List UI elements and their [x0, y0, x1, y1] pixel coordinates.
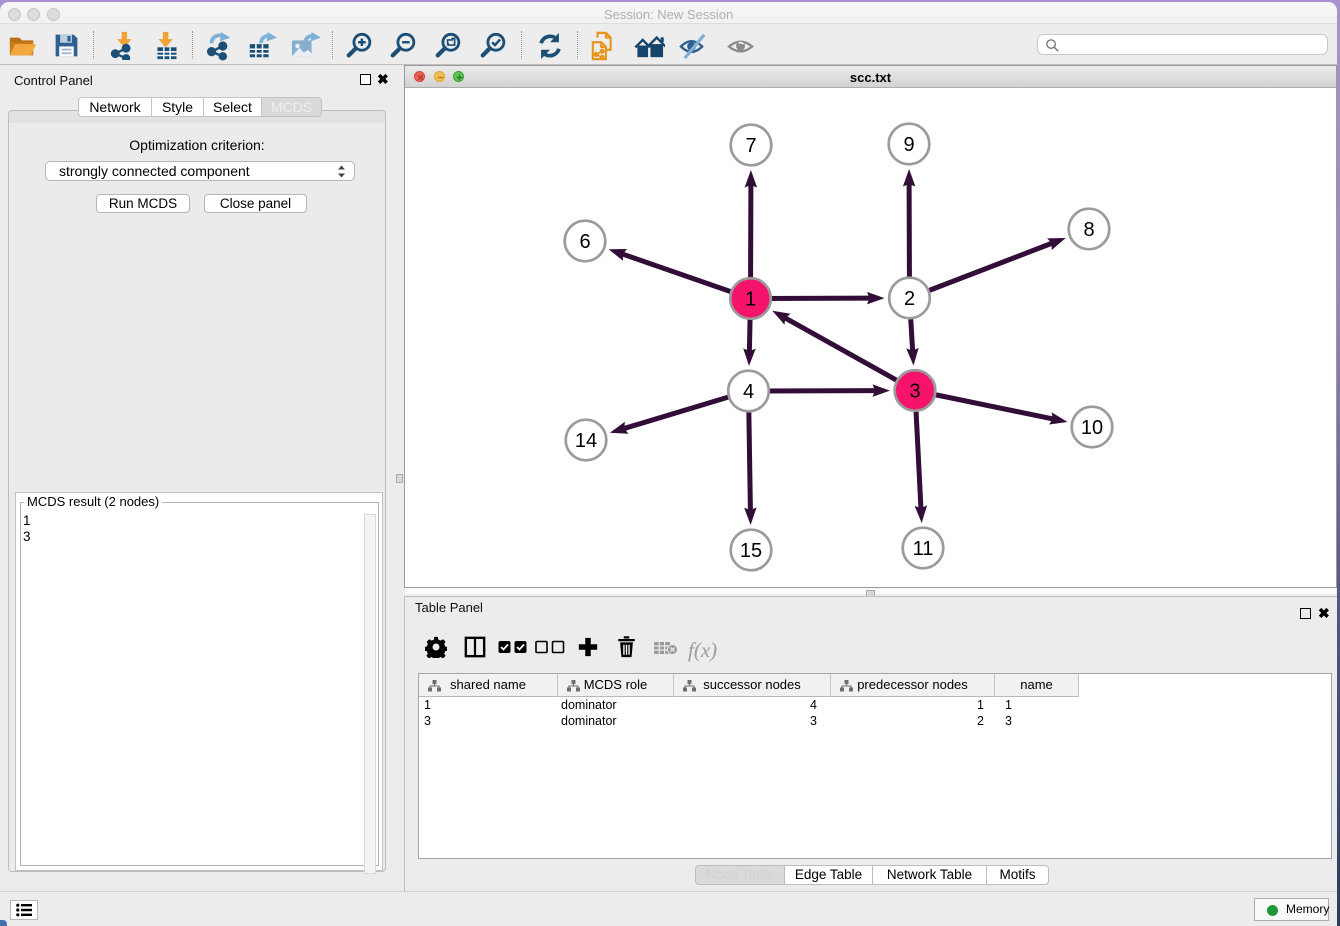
svg-text:8: 8 — [1083, 219, 1094, 241]
svg-text:7: 7 — [745, 135, 756, 157]
svg-text:4: 4 — [743, 381, 754, 403]
svg-text:1: 1 — [745, 289, 756, 311]
svg-text:2: 2 — [904, 288, 915, 310]
svg-text:15: 15 — [740, 540, 762, 562]
svg-text:3: 3 — [909, 381, 920, 403]
svg-text:14: 14 — [575, 430, 597, 452]
svg-text:10: 10 — [1081, 417, 1103, 439]
svg-text:6: 6 — [579, 231, 590, 253]
svg-text:11: 11 — [913, 538, 934, 560]
svg-text:9: 9 — [903, 134, 914, 156]
